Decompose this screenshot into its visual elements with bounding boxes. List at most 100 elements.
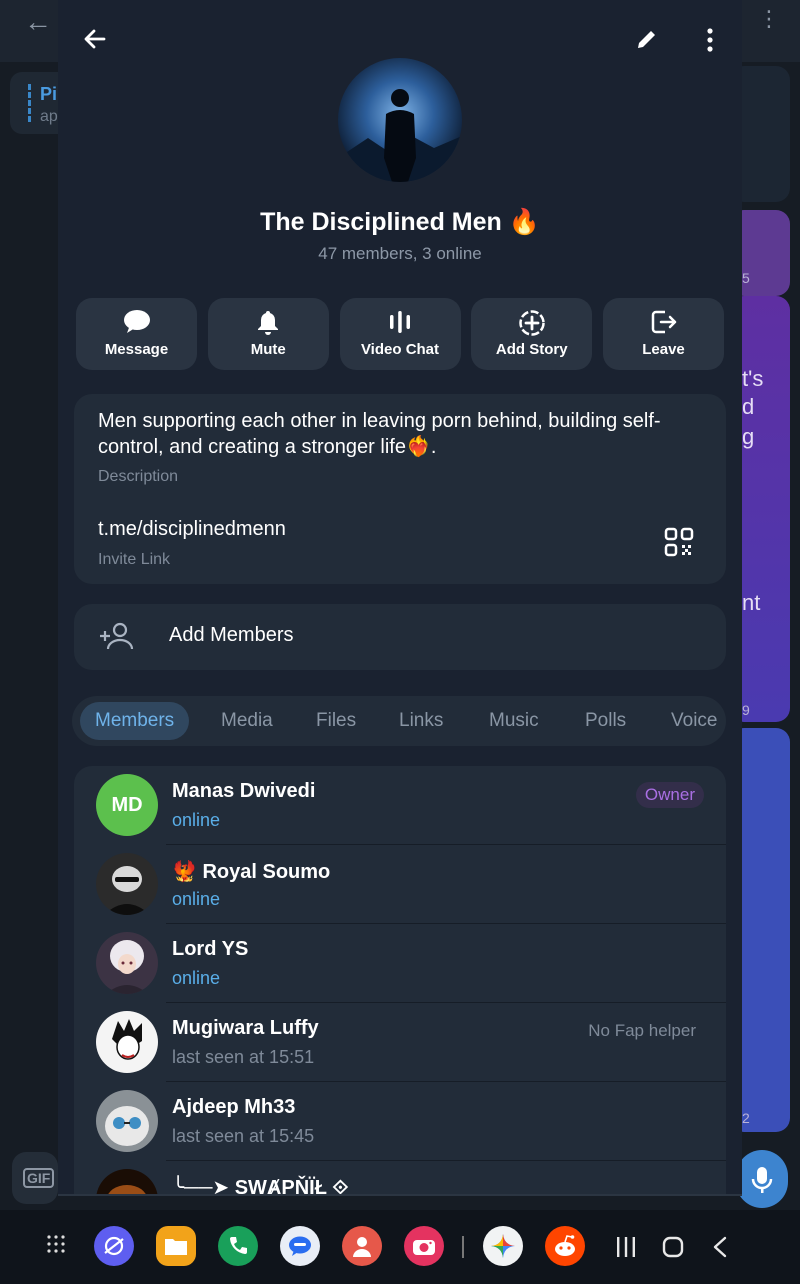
tab-polls[interactable]: Polls [585, 696, 626, 746]
tab-links[interactable]: Links [399, 696, 443, 746]
pinned-preview: ap [40, 108, 58, 125]
messages-app-icon[interactable] [280, 1226, 320, 1266]
voice-chat-icon [390, 311, 410, 333]
qr-code-icon [664, 527, 694, 557]
member-row[interactable]: Lord YS online [74, 924, 726, 1003]
camera-app-icon[interactable] [404, 1226, 444, 1266]
chat-time: 5 [742, 270, 750, 286]
chat-time: 2 [742, 1110, 750, 1126]
tab-voice[interactable]: Voice [671, 696, 717, 746]
owner-badge: Owner [635, 782, 704, 808]
group-description: Men supporting each other in leaving por… [98, 410, 661, 458]
member-row[interactable]: ╰──➤ ŞWȺPŇÏŁ ⟐ [74, 1161, 726, 1194]
home-icon [662, 1236, 684, 1258]
chat-text-fragment: g [742, 424, 755, 449]
description-label: Description [98, 468, 179, 485]
invite-link[interactable]: t.me/disciplinedmenn [98, 518, 286, 541]
qr-code-button[interactable] [664, 527, 694, 562]
background-menu-icon[interactable]: ⋮ [758, 6, 780, 32]
app-drawer-button[interactable] [46, 1234, 66, 1259]
background-back-icon[interactable]: ← [24, 6, 52, 38]
tab-media[interactable]: Media [221, 696, 273, 746]
add-members-label: Add Members [169, 624, 294, 646]
message-label: Message [104, 341, 169, 358]
pinned-bar [28, 84, 31, 122]
avatar [96, 932, 158, 994]
home-button[interactable] [662, 1236, 684, 1263]
tab-files[interactable]: Files [316, 696, 356, 746]
recents-icon [617, 1237, 635, 1257]
back-button[interactable] [82, 26, 108, 57]
group-profile-panel: The Disciplined Men 🔥 47 members, 3 onli… [58, 0, 742, 1196]
message-icon [123, 310, 150, 333]
phone-app-icon[interactable] [218, 1226, 258, 1266]
system-taskbar [0, 1210, 800, 1284]
leave-icon [651, 310, 676, 334]
grid-icon [47, 1235, 65, 1253]
microphone-icon [751, 1167, 773, 1193]
kebab-menu-icon [707, 28, 713, 52]
group-avatar[interactable] [338, 58, 462, 182]
member-status: online [172, 968, 221, 988]
phone-icon [230, 1237, 247, 1254]
files-app-icon[interactable] [156, 1226, 196, 1266]
video-chat-button[interactable]: Video Chat [339, 298, 461, 370]
member-name: Ajdeep Mh33 [172, 1096, 296, 1118]
leave-button[interactable]: Leave [603, 298, 724, 370]
person-icon [353, 1237, 371, 1257]
add-members-button[interactable]: Add Members [74, 604, 726, 670]
chat-bubble-icon [289, 1236, 311, 1256]
edit-button[interactable] [634, 26, 660, 57]
reddit-icon [555, 1235, 575, 1256]
avatar [96, 1169, 158, 1194]
member-status: online [172, 810, 221, 830]
avatar [96, 853, 158, 915]
member-row[interactable]: Mugiwara Luffy last seen at 15:51 No Fap… [74, 1003, 726, 1082]
avatar [96, 1090, 158, 1152]
member-name: Lord YS [172, 938, 249, 960]
microphone-button[interactable] [736, 1150, 788, 1208]
media-tabs: Members Media Files Links Music Polls Vo… [72, 696, 726, 746]
camera-icon [413, 1240, 435, 1255]
member-row[interactable]: MD Manas Dwivedi online Owner [74, 766, 726, 845]
bell-icon [258, 311, 279, 335]
more-button[interactable] [698, 26, 722, 59]
avatar-image [96, 1169, 158, 1194]
back-nav-button[interactable] [712, 1236, 728, 1263]
message-button[interactable]: Message [76, 298, 197, 370]
invite-link-label: Invite Link [98, 551, 171, 568]
recents-button[interactable] [616, 1236, 636, 1263]
member-row[interactable]: Ajdeep Mh33 last seen at 15:45 [74, 1082, 726, 1161]
gemini-app-icon[interactable] [483, 1226, 523, 1266]
chevron-left-icon [713, 1236, 727, 1258]
internet-app-icon[interactable] [94, 1226, 134, 1266]
add-user-icon [100, 622, 134, 650]
mute-label: Mute [250, 341, 286, 358]
reddit-app-icon[interactable] [545, 1226, 585, 1266]
avatar-initials: MD [111, 793, 143, 816]
pencil-icon [638, 31, 655, 48]
browser-icon [104, 1236, 124, 1256]
avatar [96, 1011, 158, 1073]
mute-button[interactable]: Mute [207, 298, 329, 370]
member-name: Mugiwara Luffy [172, 1017, 319, 1039]
folder-icon [165, 1239, 187, 1255]
member-count: 47 members, 3 online [318, 244, 482, 263]
members-list: MD Manas Dwivedi online Owner 🐦‍🔥 Royal … [74, 766, 726, 1194]
gif-label: GIF [23, 1168, 55, 1188]
taskbar-divider [462, 1236, 464, 1258]
add-story-button[interactable]: Add Story [471, 298, 593, 370]
contacts-app-icon[interactable] [342, 1226, 382, 1266]
avatar-image [96, 932, 158, 994]
member-name: 🐦‍🔥 Royal Soumo [172, 859, 330, 884]
name-prefix-emoji: 🐦‍🔥 [172, 861, 197, 883]
silhouette-avatar-image [338, 58, 462, 182]
group-info-card: Men supporting each other in leaving por… [74, 394, 726, 584]
gif-button[interactable]: GIF [12, 1152, 58, 1204]
member-row[interactable]: 🐦‍🔥 Royal Soumo online [74, 845, 726, 924]
member-status: online [172, 889, 221, 909]
chat-text-fragment: t's [742, 366, 764, 391]
sparkle-icon [491, 1234, 515, 1258]
tab-members[interactable]: Members [80, 702, 190, 740]
tab-music[interactable]: Music [489, 696, 539, 746]
